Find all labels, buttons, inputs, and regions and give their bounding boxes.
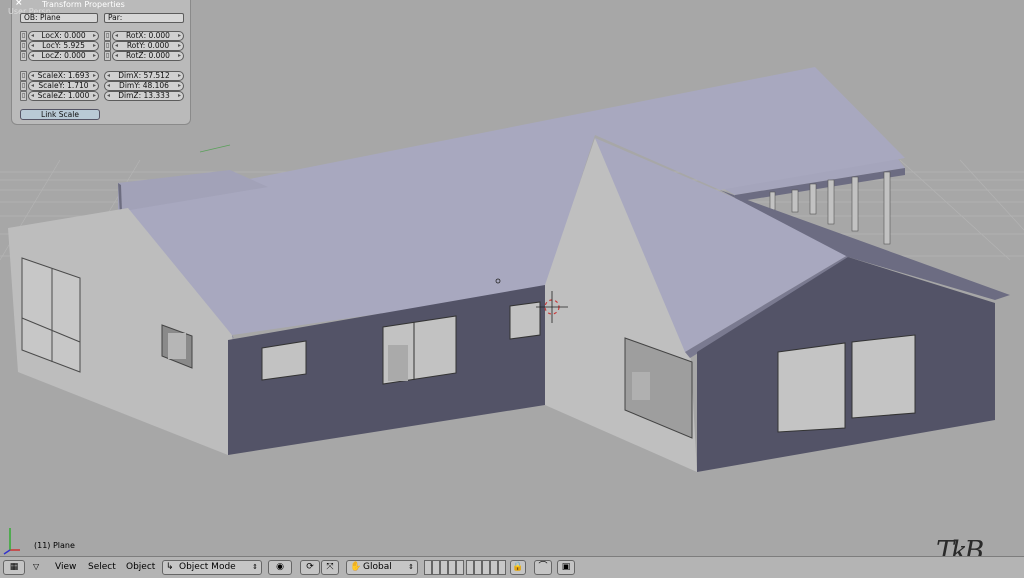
lock-icon[interactable]: ▯ — [20, 81, 27, 91]
mode-select[interactable]: ↳ Object Mode ⇕ — [162, 560, 262, 575]
scaley-field[interactable]: ◂ ScaleY: 1.710 ▸ — [28, 81, 99, 91]
chevron-updown-icon: ⇕ — [408, 563, 414, 571]
3d-viewport[interactable]: × Transform Properties User Persp OB: Pl… — [0, 0, 1024, 556]
dimy-field[interactable]: ◂ DimY: 48.106 ▸ — [104, 81, 184, 91]
lock-icon[interactable]: ▯ — [20, 91, 27, 101]
roty-field[interactable]: ◂ RotY: 0.000 ▸ — [112, 41, 184, 51]
menu-view[interactable]: View — [55, 562, 76, 572]
object-mode-icon: ↳ — [166, 562, 174, 572]
hand-icon: ✋ — [350, 562, 362, 572]
scalex-field[interactable]: ◂ ScaleX: 1.693 ▸ — [28, 71, 99, 81]
green-axis-line — [199, 144, 231, 153]
link-scale-button[interactable]: Link Scale — [20, 109, 100, 120]
chevron-updown-icon: ⇕ — [252, 563, 258, 571]
locx-field[interactable]: ◂ LocX: 0.000 ▸ — [28, 31, 99, 41]
layer-buttons-group-2[interactable] — [466, 560, 506, 575]
viewport-header: ▦ ▽ View Select Object ↳ Object Mode ⇕ ◉… — [0, 556, 1024, 578]
lock-icon[interactable]: ▯ — [104, 51, 111, 61]
manipulator-mode-icon[interactable]: ⤧ — [321, 560, 339, 575]
pivot-icon[interactable]: ◉ — [268, 560, 292, 575]
window-brick-fill — [388, 345, 408, 381]
mode-label: Object Mode — [179, 562, 236, 572]
layer-buttons-group-1[interactable] — [424, 560, 464, 575]
lock-icon[interactable]: ▯ — [20, 41, 27, 51]
dimz-field[interactable]: ◂ DimZ: 13.333 ▸ — [104, 91, 184, 101]
menu-select[interactable]: Select — [88, 562, 116, 572]
watermark-signature: TkB — [936, 536, 984, 556]
orientation-label: Global — [363, 562, 392, 572]
orientation-select[interactable]: ✋ Global ⇕ — [346, 560, 418, 575]
parent-field[interactable]: Par: — [104, 13, 184, 23]
scalez-field[interactable]: ◂ ScaleZ: 1.000 ▸ — [28, 91, 99, 101]
lock-icon[interactable]: ▯ — [20, 51, 27, 61]
lock-icon[interactable]: 🔒 — [510, 560, 526, 575]
lock-icon[interactable]: ▯ — [20, 31, 27, 41]
axis-gizmo-icon — [3, 528, 20, 555]
panel-header: × Transform Properties User Persp — [8, 0, 190, 16]
transform-properties-panel[interactable]: × Transform Properties User Persp OB: Pl… — [8, 0, 191, 125]
menu-collapse-icon[interactable]: ▽ — [33, 562, 39, 571]
manipulator-icon[interactable]: ⟳ — [300, 560, 320, 575]
view3d-editor-icon[interactable]: ▦ — [3, 560, 25, 575]
locy-field[interactable]: ◂ LocY: 5.925 ▸ — [28, 41, 99, 51]
lock-icon[interactable]: ▯ — [104, 31, 111, 41]
panel-title: Transform Properties — [42, 0, 125, 9]
locz-field[interactable]: ◂ LocZ: 0.000 ▸ — [28, 51, 99, 61]
lock-icon[interactable]: ▯ — [20, 71, 27, 81]
gable-window-bricks — [632, 372, 650, 400]
dimx-field[interactable]: ◂ DimX: 57.512 ▸ — [104, 71, 184, 81]
rotz-field[interactable]: ◂ RotZ: 0.000 ▸ — [112, 51, 184, 61]
render-icon[interactable]: ▣ — [557, 560, 575, 575]
menu-object[interactable]: Object — [126, 562, 155, 572]
snap-icon[interactable]: ⌒ — [534, 560, 552, 575]
object-label: (11) Plane — [34, 541, 75, 550]
side-window-bricks — [168, 333, 186, 359]
object-name-field[interactable]: OB: Plane — [20, 13, 98, 23]
lock-icon[interactable]: ▯ — [104, 41, 111, 51]
rotx-field[interactable]: ◂ RotX: 0.000 ▸ — [112, 31, 184, 41]
